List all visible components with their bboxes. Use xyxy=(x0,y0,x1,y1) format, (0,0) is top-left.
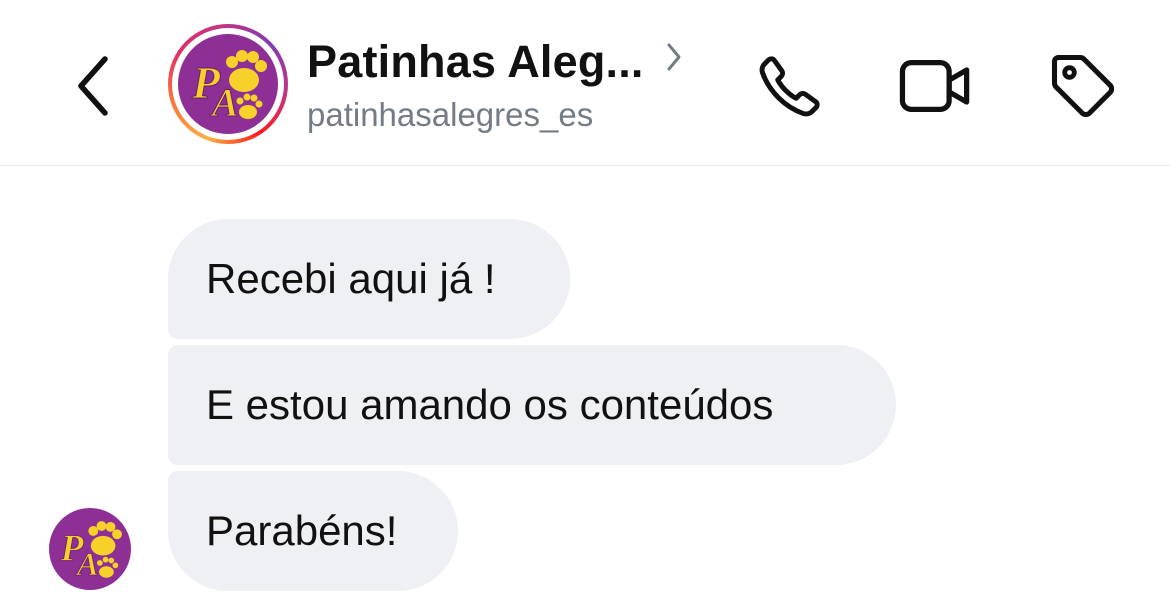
patinhas-logo: P A xyxy=(178,34,278,134)
message-text: Parabéns! xyxy=(206,507,398,554)
video-camera-icon xyxy=(899,60,970,112)
video-call-button[interactable] xyxy=(896,46,976,126)
message-bubble[interactable]: Recebi aqui já ! xyxy=(168,219,570,339)
message-bubble[interactable]: Parabéns! xyxy=(168,471,458,591)
conversation-header: P A Patinhas Aleg... patinhasalegres_es xyxy=(0,0,1170,166)
chevron-right-icon xyxy=(666,42,682,72)
conversation-title: Patinhas Aleg... xyxy=(307,36,644,87)
message-text: E estou amando os conteúdos xyxy=(206,381,774,428)
chevron-left-icon xyxy=(78,56,108,116)
avatar-ring-gap: P A xyxy=(172,28,284,140)
conversation-username: patinhasalegres_es xyxy=(307,96,594,133)
phone-icon xyxy=(759,56,820,117)
message-bubble[interactable]: E estou amando os conteúdos xyxy=(168,345,896,465)
tag-icon xyxy=(1051,54,1115,118)
sender-avatar[interactable]: P A xyxy=(49,508,131,590)
conversation-title-block[interactable]: Patinhas Aleg... patinhasalegres_es xyxy=(307,30,727,134)
back-button[interactable] xyxy=(62,46,124,126)
audio-call-button[interactable] xyxy=(750,46,830,126)
profile-avatar[interactable]: P A xyxy=(168,24,288,144)
direct-message-screen: P A Patinhas Aleg... patinhasalegres_es … xyxy=(0,0,1170,606)
title-row: Patinhas Aleg... xyxy=(307,30,727,94)
tag-button[interactable] xyxy=(1043,46,1123,126)
message-text: Recebi aqui já ! xyxy=(206,255,496,302)
